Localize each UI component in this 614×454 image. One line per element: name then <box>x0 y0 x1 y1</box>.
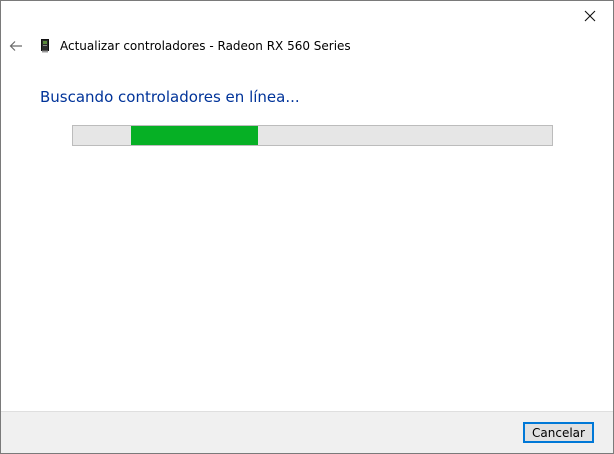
progress-indicator <box>131 126 258 145</box>
back-arrow-icon <box>9 41 22 51</box>
footer: Cancelar <box>1 411 613 453</box>
graphics-card-icon <box>41 39 49 53</box>
cancel-button[interactable]: Cancelar <box>523 422 594 443</box>
progress-bar <box>72 125 553 146</box>
close-icon <box>584 10 596 22</box>
status-heading: Buscando controladores en línea... <box>40 88 300 106</box>
back-button[interactable] <box>7 37 25 55</box>
driver-update-window: Actualizar controladores - Radeon RX 560… <box>0 0 614 454</box>
close-button[interactable] <box>567 1 613 31</box>
wizard-title: Actualizar controladores - Radeon RX 560… <box>60 39 351 53</box>
